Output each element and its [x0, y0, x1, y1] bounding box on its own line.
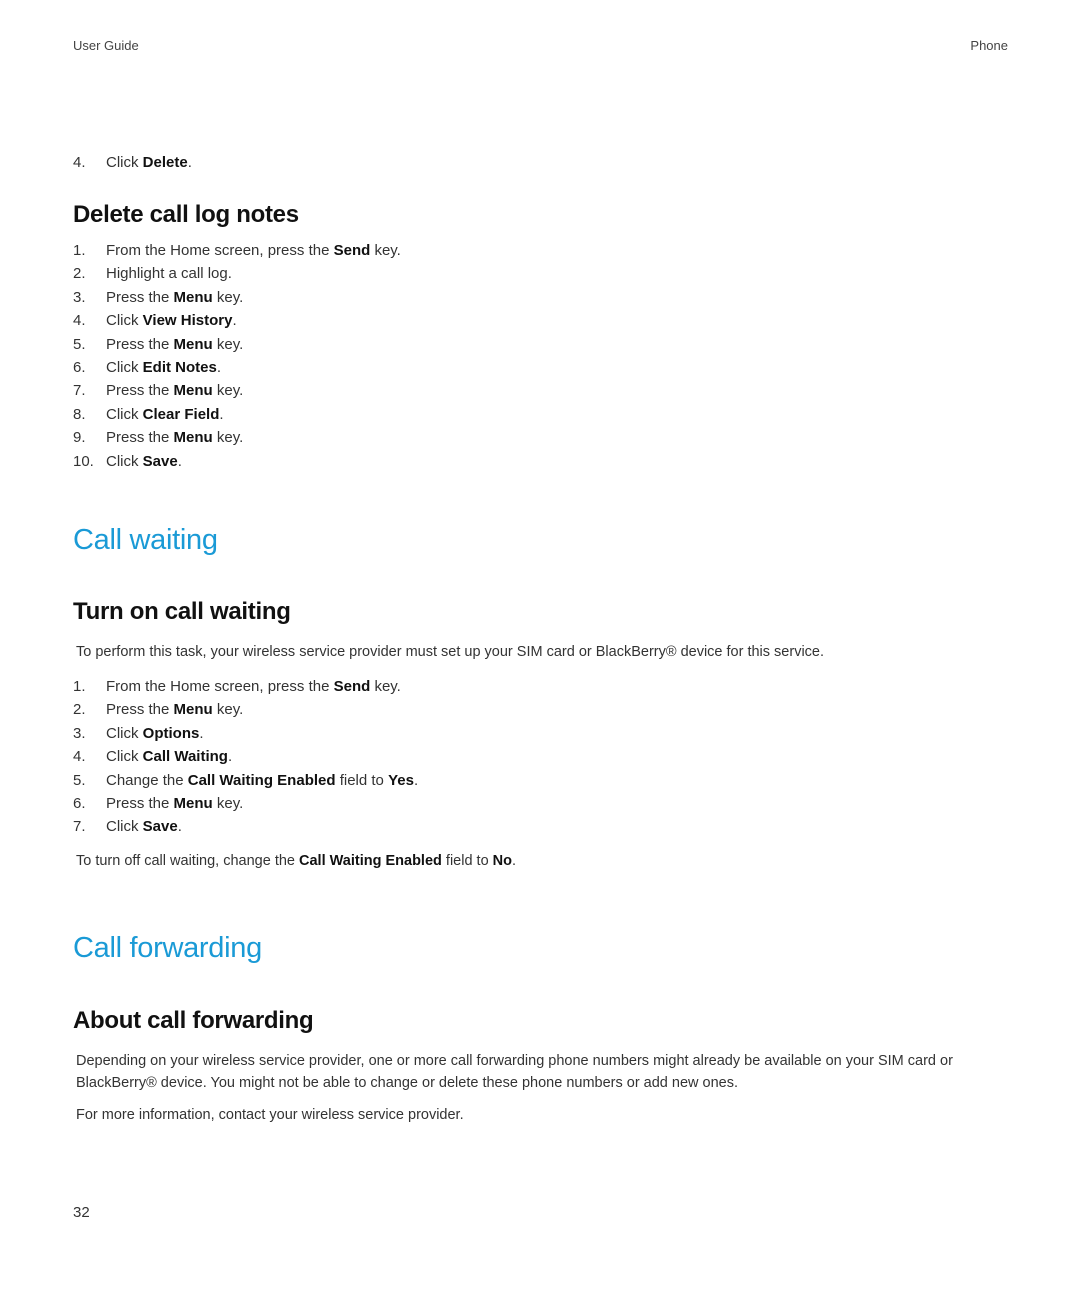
- step-text: Click Delete.: [106, 154, 192, 171]
- step-text: Press the Menu key.: [106, 429, 244, 447]
- call-forwarding-description: Depending on your wireless service provi…: [76, 1053, 953, 1091]
- step-text: Press the Menu key.: [106, 288, 244, 306]
- step-text: Press the Menu key.: [106, 795, 244, 813]
- section-heading-turn-on-call-waiting: Turn on call waiting: [73, 598, 291, 625]
- list-item: 1. From the Home screen, press the Send k…: [73, 675, 418, 698]
- step-number: 6.: [73, 359, 86, 377]
- step-number: 8.: [73, 405, 86, 423]
- list-item: 1. From the Home screen, press the Send k…: [73, 239, 401, 262]
- step-number: 4.: [73, 154, 86, 171]
- step-text: Press the Menu key.: [106, 382, 244, 400]
- running-header-title: User Guide: [73, 38, 139, 53]
- chapter-heading-call-forwarding: Call forwarding: [73, 932, 262, 964]
- step-number: 3.: [73, 288, 86, 306]
- page-number: 32: [73, 1204, 90, 1221]
- step-number: 5.: [73, 335, 86, 353]
- running-header-section: Phone: [970, 38, 1008, 53]
- list-item: 4. Click Delete.: [73, 151, 192, 174]
- steps-list-delete-call-log-notes: 1. From the Home screen, press the Send k…: [73, 239, 401, 473]
- step-text: Click Clear Field.: [106, 405, 224, 423]
- list-item: 5. Change the Call Waiting Enabled field …: [73, 769, 418, 792]
- prerequisite-note: To perform this task, your wireless serv…: [76, 644, 825, 660]
- step-text: Click Options.: [106, 724, 204, 742]
- step-number: 2.: [73, 265, 86, 283]
- step-text: Highlight a call log.: [106, 265, 232, 283]
- step-number: 9.: [73, 429, 86, 447]
- list-item: 10. Click Save.: [73, 450, 401, 473]
- more-info-note: For more information, contact your wirel…: [76, 1107, 464, 1123]
- list-item: 3. Press the Menu key.: [73, 286, 401, 309]
- list-item: 6. Press the Menu key.: [73, 792, 418, 815]
- step-number: 1.: [73, 242, 86, 259]
- step-text: Click Edit Notes.: [106, 359, 222, 377]
- step-number: 7.: [73, 382, 86, 400]
- list-item: 2. Press the Menu key.: [73, 698, 418, 721]
- step-number: 4.: [73, 748, 86, 766]
- list-item: 3. Click Options.: [73, 722, 418, 745]
- step-number: 7.: [73, 818, 86, 836]
- list-item: 7. Press the Menu key.: [73, 379, 401, 402]
- step-text: Click Call Waiting.: [106, 748, 233, 766]
- step-number: 3.: [73, 724, 86, 742]
- list-item: 8. Click Clear Field.: [73, 403, 401, 426]
- step-text: From the Home screen, press the Send key…: [106, 678, 401, 695]
- list-item: 2. Highlight a call log.: [73, 262, 401, 285]
- list-item: 5. Press the Menu key.: [73, 333, 401, 356]
- step-number: 5.: [73, 771, 86, 789]
- chapter-heading-call-waiting: Call waiting: [73, 524, 218, 556]
- step-text: Click Save.: [106, 452, 182, 470]
- step-number: 4.: [73, 312, 86, 330]
- step-text: From the Home screen, press the Send key…: [106, 242, 401, 259]
- list-item: 7. Click Save.: [73, 815, 418, 838]
- step-text: Click Save.: [106, 818, 182, 836]
- step-text: Press the Menu key.: [106, 701, 244, 719]
- list-item: 9. Press the Menu key.: [73, 426, 401, 449]
- step-number: 1.: [73, 678, 86, 695]
- steps-list-turn-on-call-waiting: 1. From the Home screen, press the Send k…: [73, 675, 418, 839]
- list-item: 4. Click Call Waiting.: [73, 745, 418, 768]
- step-text: Click View History.: [106, 312, 237, 330]
- step-text: Change the Call Waiting Enabled field to…: [106, 771, 419, 789]
- list-item: 6. Click Edit Notes.: [73, 356, 401, 379]
- section-heading-delete-call-log-notes: Delete call log notes: [73, 201, 299, 228]
- section-heading-about-call-forwarding: About call forwarding: [73, 1007, 314, 1034]
- step-number: 10.: [73, 452, 94, 470]
- list-item: 4. Click View History.: [73, 309, 401, 332]
- turn-off-note: To turn off call waiting, change the Cal…: [76, 853, 517, 869]
- step-number: 2.: [73, 701, 86, 719]
- step-text: Press the Menu key.: [106, 335, 244, 353]
- step-number: 6.: [73, 795, 86, 813]
